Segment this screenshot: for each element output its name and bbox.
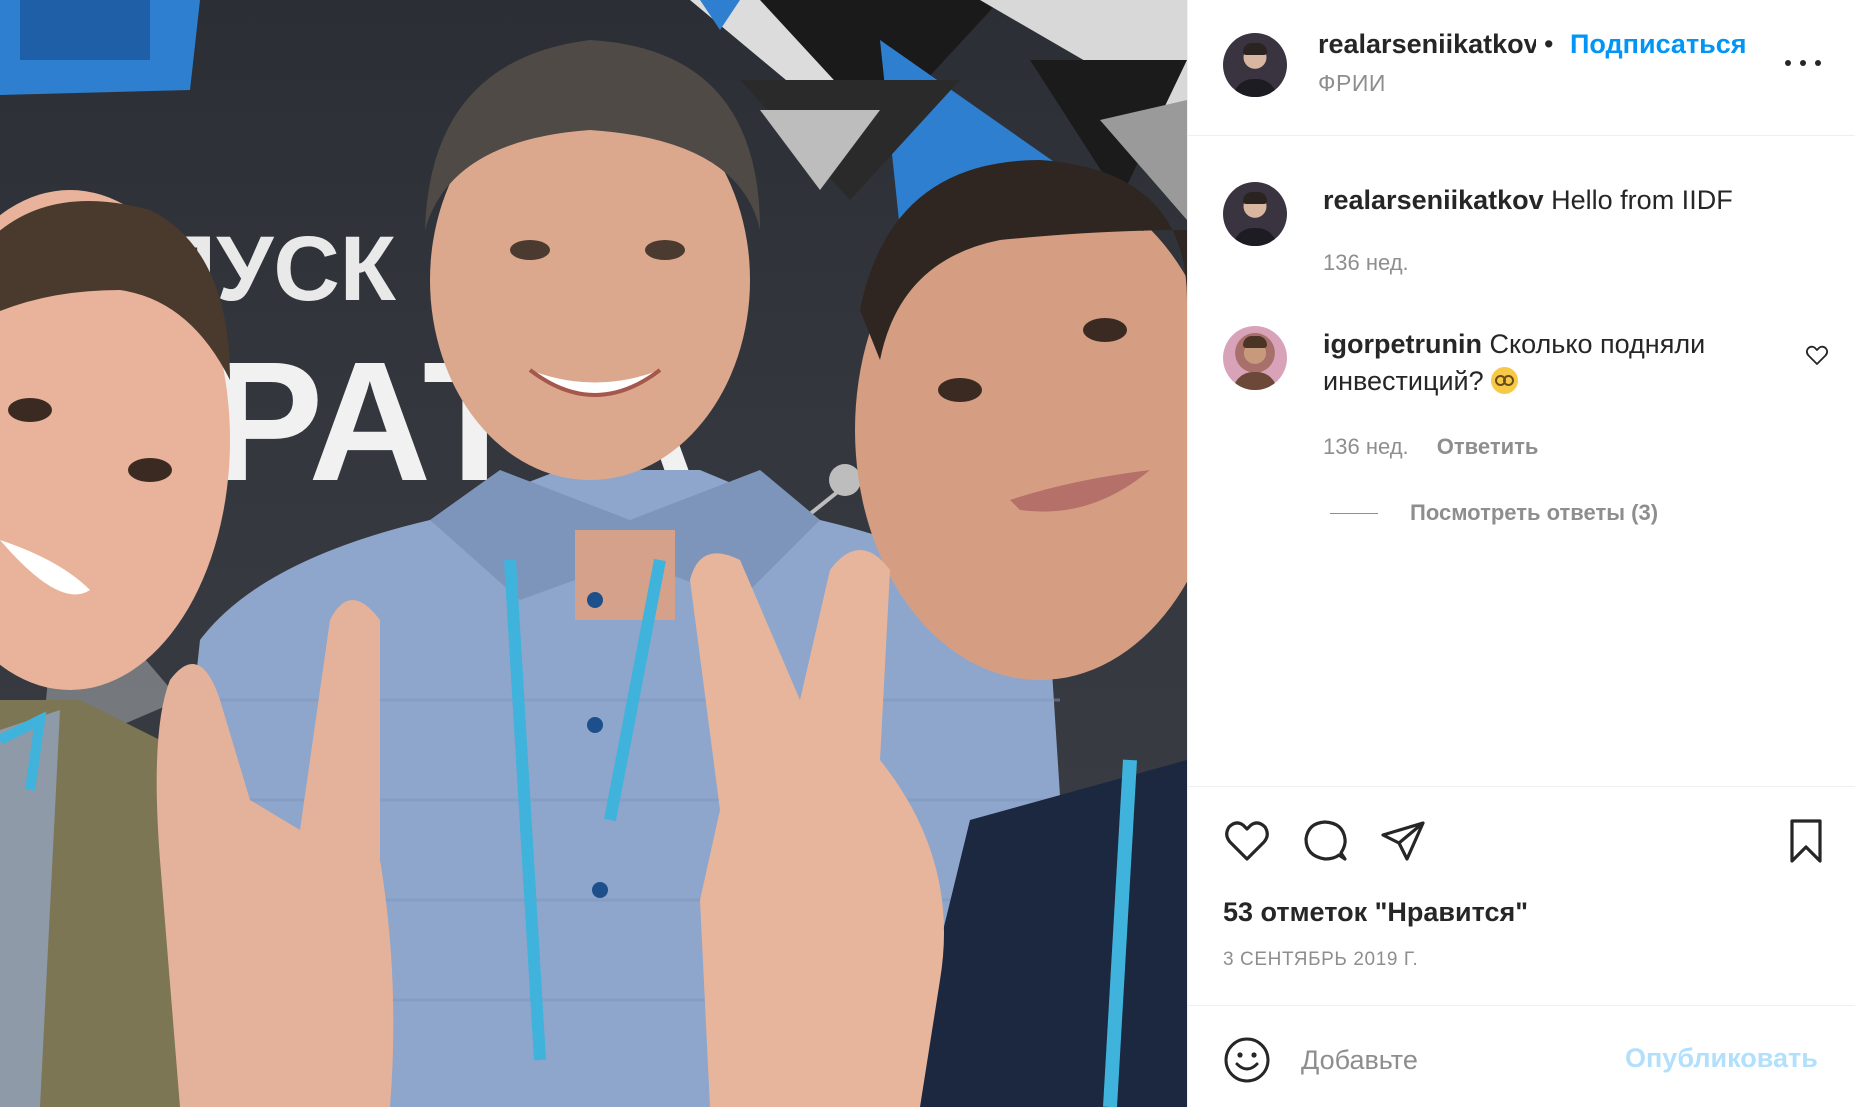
author-avatar[interactable]: [1223, 33, 1287, 97]
follow-button[interactable]: Подписаться: [1570, 29, 1747, 60]
post-header: realarseniikatkov • Подписаться ФРИИ: [1188, 0, 1855, 136]
add-comment-bar: Опубликовать: [1188, 1005, 1855, 1107]
replies-divider-line: [1330, 512, 1378, 514]
smiley-icon[interactable]: [1223, 1036, 1271, 1084]
author-username[interactable]: realarseniikatkov: [1318, 29, 1536, 60]
heart-icon[interactable]: [1223, 817, 1271, 865]
caption-author-avatar[interactable]: [1223, 182, 1287, 246]
bookmark-icon[interactable]: [1782, 817, 1830, 865]
caption-text: Hello from IIDF: [1551, 185, 1733, 215]
view-replies-button[interactable]: Посмотреть ответы (3): [1330, 500, 1658, 526]
publish-button[interactable]: Опубликовать: [1625, 1043, 1818, 1074]
post-date[interactable]: 3 СЕНТЯБРЬ 2019 Г.: [1223, 949, 1418, 971]
photo-illustration: ПУСК РАТ А: [0, 0, 1187, 1107]
post-caption: realarseniikatkov Hello from IIDF: [1323, 182, 1733, 218]
post-actions: 53 отметок "Нравится" 3 СЕНТЯБРЬ 2019 Г.: [1188, 786, 1855, 1006]
comment-item: igorpetrunin Сколько подняли инвестиций?: [1323, 326, 1763, 400]
post-photo[interactable]: ПУСК РАТ А: [0, 0, 1187, 1107]
share-icon[interactable]: [1379, 817, 1427, 865]
more-options-icon[interactable]: [1783, 48, 1823, 78]
comment-meta: 136 нед. Ответить: [1323, 434, 1538, 460]
likes-count[interactable]: 53 отметок "Нравится": [1223, 897, 1528, 928]
post-location[interactable]: ФРИИ: [1318, 70, 1386, 97]
nerd-face-emoji-icon: [1491, 367, 1519, 394]
post-side-panel: realarseniikatkov • Подписаться ФРИИ rea…: [1187, 0, 1855, 1107]
view-replies-label: Посмотреть ответы (3): [1410, 500, 1659, 525]
reply-button[interactable]: Ответить: [1437, 434, 1539, 459]
comment-like-heart-icon[interactable]: [1805, 344, 1829, 366]
caption-time[interactable]: 136 нед.: [1323, 250, 1409, 276]
commenter-avatar[interactable]: [1223, 326, 1287, 390]
comment-time[interactable]: 136 нед.: [1323, 434, 1409, 459]
comment-username[interactable]: igorpetrunin: [1323, 329, 1482, 359]
separator-dot: •: [1544, 29, 1554, 59]
comment-icon[interactable]: [1301, 817, 1349, 865]
comment-input[interactable]: [1301, 1038, 1681, 1082]
caption-username[interactable]: realarseniikatkov: [1323, 185, 1544, 215]
